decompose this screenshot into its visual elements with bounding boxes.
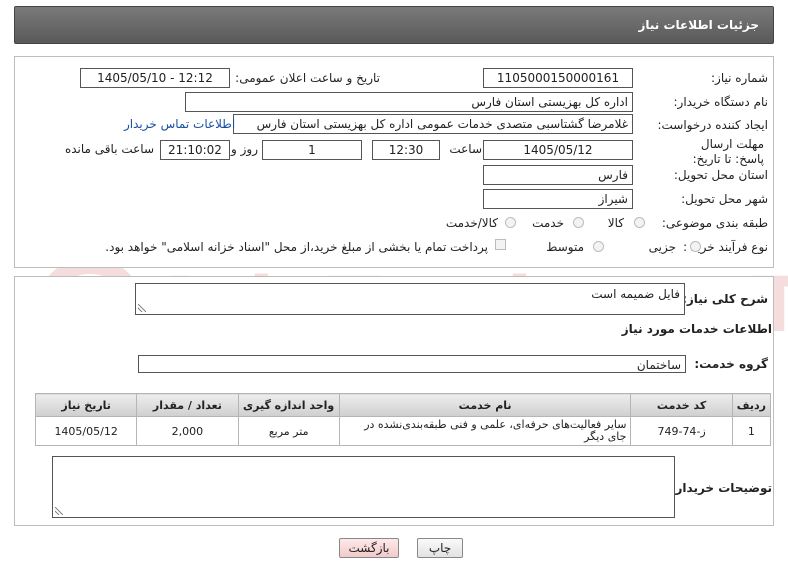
remaining-time-field: 21:10:02 [160, 140, 230, 160]
buyer-notes-label: توضیحات خریدار: [670, 481, 772, 495]
purchase-medium-label: متوسط [546, 240, 584, 254]
purchase-medium-radio[interactable] [593, 241, 604, 252]
buyer-contact-link[interactable]: اطلاعات تماس خریدار [124, 117, 235, 131]
cell-quantity: 2,000 [136, 416, 239, 446]
category-goods-service-radio[interactable] [505, 217, 516, 228]
col-quantity: تعداد / مقدار [136, 393, 239, 417]
treasury-payment-note: پرداخت تمام یا بخشی از مبلغ خرید،از محل … [105, 240, 488, 254]
category-goods-radio[interactable] [634, 217, 645, 228]
deadline-label: مهلت ارسال پاسخ: تا تاریخ: [692, 137, 764, 166]
creator-label: ایجاد کننده درخواست: [657, 118, 768, 132]
summary-textarea[interactable]: فایل ضمیمه است [135, 283, 685, 315]
deadline-date-field: 1405/05/12 [483, 140, 633, 160]
category-goods-service-label: کالا/خدمت [445, 216, 498, 230]
buyer-org-field: اداره کل بهزیستی استان فارس [185, 92, 633, 112]
back-button[interactable]: بازگشت [339, 538, 399, 558]
need-number-field: 1105000150000161 [483, 68, 633, 88]
services-table: ردیف کد خدمت نام خدمت واحد اندازه گیری ت… [34, 393, 772, 446]
category-goods-label: کالا [607, 216, 624, 230]
cell-service-name: سایر فعالیت‌های حرفه‌ای، علمی و فنی طبقه… [338, 416, 632, 446]
purchase-minor-radio[interactable] [690, 241, 701, 252]
service-group-field: ساختمان [138, 355, 686, 373]
remaining-label: ساعت باقی مانده [64, 142, 154, 156]
col-unit: واحد اندازه گیری [237, 393, 340, 417]
city-label: شهر محل تحویل: [681, 192, 768, 206]
creator-field: غلامرضا گشتاسبی متصدی خدمات عمومی اداره … [233, 114, 633, 134]
resize-grip-icon[interactable] [55, 507, 63, 515]
print-button[interactable]: چاپ [417, 538, 463, 558]
service-group-label: گروه خدمت: [694, 357, 768, 371]
page-title: جزئیات اطلاعات نیاز [638, 18, 759, 32]
table-header-row: ردیف کد خدمت نام خدمت واحد اندازه گیری ت… [34, 393, 772, 417]
province-field: فارس [483, 165, 633, 185]
remaining-days-field: 1 [262, 140, 362, 160]
purchase-minor-label: جزیی [648, 240, 676, 254]
resize-grip-icon[interactable] [138, 304, 146, 312]
cell-service-code: ز-74-749 [630, 416, 733, 446]
deadline-time-label: ساعت [449, 142, 482, 156]
services-section-title: اطلاعات خدمات مورد نیاز [621, 322, 772, 336]
table-row: 1 ز-74-749 سایر فعالیت‌های حرفه‌ای، علمی… [34, 416, 772, 446]
page-header: جزئیات اطلاعات نیاز [14, 6, 774, 44]
summary-label: شرح کلی نیاز: [682, 292, 768, 306]
buyer-notes-text [53, 457, 674, 463]
cell-need-date: 1405/05/12 [34, 416, 138, 446]
cell-row-number: 1 [731, 416, 772, 446]
col-service-code: کد خدمت [630, 393, 733, 417]
category-service-radio[interactable] [573, 217, 584, 228]
treasury-payment-checkbox[interactable] [495, 239, 506, 250]
category-service-label: خدمت [532, 216, 564, 230]
col-service-name: نام خدمت [338, 393, 632, 417]
category-label: طبقه بندی موضوعی: [661, 216, 768, 230]
buyer-org-label: نام دستگاه خریدار: [673, 95, 769, 109]
announce-datetime-field: 1405/05/10 - 12:12 [80, 68, 230, 88]
days-label: روز و [231, 142, 258, 156]
summary-text: فایل ضمیمه است [591, 287, 680, 301]
buyer-notes-textarea[interactable] [52, 456, 675, 518]
col-row-number: ردیف [731, 393, 772, 417]
deadline-time-field: 12:30 [372, 140, 440, 160]
province-label: استان محل تحویل: [673, 168, 768, 182]
city-field: شیراز [483, 189, 633, 209]
need-number-label: شماره نیاز: [711, 71, 768, 85]
cell-unit: متر مربع [237, 416, 340, 446]
announce-datetime-label: تاریخ و ساعت اعلان عمومی: [235, 71, 380, 85]
col-need-date: تاریخ نیاز [34, 393, 138, 417]
